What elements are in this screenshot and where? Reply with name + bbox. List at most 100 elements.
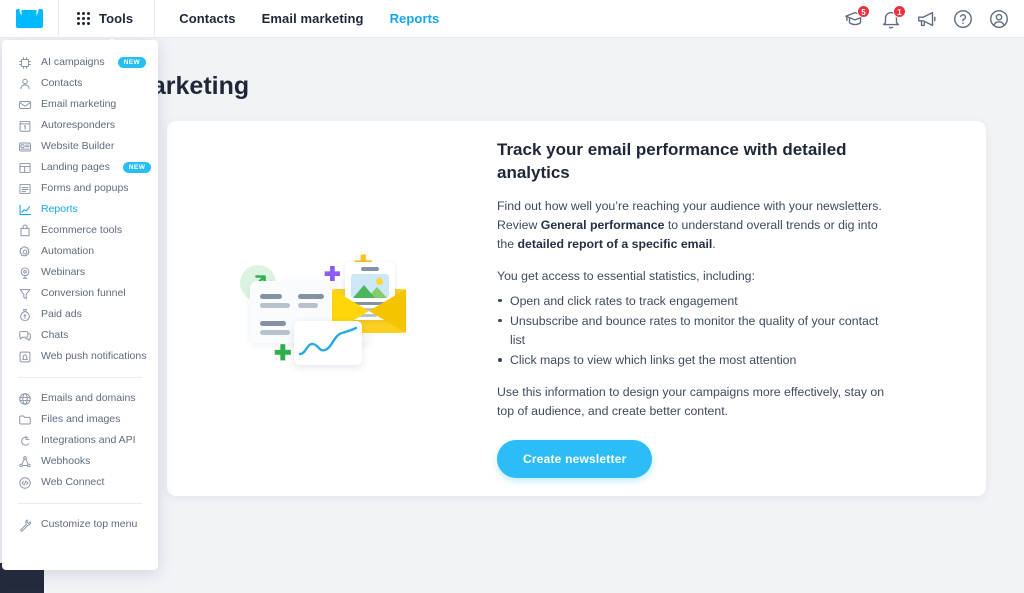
main-nav: Contacts Email marketing Reports [155, 11, 439, 26]
menu-item-label: Autoresponders [41, 119, 116, 131]
menu-item-label: Integrations and API [41, 434, 136, 446]
globe-icon [18, 392, 32, 406]
menu-item-ecommerce-tools[interactable]: Ecommerce tools [2, 220, 158, 241]
card-paragraph-1: Find out how well you’re reaching your a… [497, 197, 887, 254]
card-text-column: Track your email performance with detail… [497, 139, 897, 479]
help-circle-icon[interactable] [952, 8, 974, 30]
form-icon [18, 182, 32, 196]
menu-item-email-marketing[interactable]: Email marketing [2, 94, 158, 115]
tools-flyout-menu: AI campaigns NEW Contacts Email marketin… [2, 40, 158, 570]
bell-icon[interactable]: 1 [880, 4, 906, 30]
menu-item-label: Customize top menu [41, 518, 138, 530]
menu-item-label: Automation [41, 245, 95, 257]
folder-icon [18, 413, 32, 427]
menu-item-automation[interactable]: Automation [2, 241, 158, 262]
tools-menu-button[interactable]: Tools [59, 0, 154, 45]
menu-item-conversion-funnel[interactable]: Conversion funnel [2, 283, 158, 304]
p1-bold-detailed-report: detailed report of a specific email [517, 236, 713, 251]
menu-caret-icon [105, 37, 119, 45]
menu-item-label: Ecommerce tools [41, 224, 123, 236]
stats-bullet-list: Open and click rates to track engagement… [497, 292, 887, 370]
menu-item-label: Forms and popups [41, 182, 129, 194]
megaphone-icon[interactable] [916, 8, 938, 30]
menu-item-label: Emails and domains [41, 392, 136, 404]
list-item: Open and click rates to track engagement [497, 292, 887, 311]
menu-item-autoresponders[interactable]: Autoresponders [2, 115, 158, 136]
new-badge: NEW [122, 162, 152, 173]
menu-item-chats[interactable]: Chats [2, 325, 158, 346]
menu-item-label: Email marketing [41, 98, 117, 110]
code-circle-icon [18, 476, 32, 490]
browser-icon [18, 140, 32, 154]
menu-item-ai-campaigns[interactable]: AI campaigns NEW [2, 52, 158, 73]
ai-chip-icon [18, 56, 32, 70]
menu-item-label: Files and images [41, 413, 121, 425]
gear-icon [18, 245, 32, 259]
nav-item-reports[interactable]: Reports [390, 11, 440, 26]
list-item: Click maps to view which links get the m… [497, 351, 887, 370]
list-item: Unsubscribe and bounce rates to monitor … [497, 312, 887, 350]
person-icon [18, 77, 32, 91]
menu-item-label: Conversion funnel [41, 287, 126, 299]
menu-item-customize-top-menu[interactable]: Customize top menu [2, 514, 158, 535]
menu-item-web-connect[interactable]: Web Connect [2, 472, 158, 493]
menu-item-forms-and-popups[interactable]: Forms and popups [2, 178, 158, 199]
trend-chart-card [294, 320, 362, 365]
menu-item-label: Website Builder [41, 140, 115, 152]
nav-item-email-marketing[interactable]: Email marketing [262, 11, 364, 26]
card-paragraph-2: You get access to essential statistics, … [497, 268, 755, 283]
menu-item-emails-and-domains[interactable]: Emails and domains [2, 388, 158, 409]
menu-item-contacts[interactable]: Contacts [2, 73, 158, 94]
menu-item-files-and-images[interactable]: Files and images [2, 409, 158, 430]
p1-bold-general-performance: General performance [540, 217, 665, 232]
menu-item-webinars[interactable]: Webinars [2, 262, 158, 283]
menu-item-label: Paid ads [41, 308, 82, 320]
menu-item-website-builder[interactable]: Website Builder [2, 136, 158, 157]
wrench-icon [18, 518, 32, 532]
reports-intro-card: ✚ ✚ ✚ [167, 121, 986, 496]
menu-separator [18, 503, 142, 504]
menu-separator [18, 377, 142, 378]
top-bar: Tools Contacts Email marketing Reports 5… [0, 0, 1024, 45]
menu-item-label: Web push notifications [41, 350, 147, 362]
user-avatar-icon[interactable] [988, 8, 1010, 30]
bell-badge: 1 [893, 4, 906, 18]
chat-bubble-icon [18, 329, 32, 343]
email-analytics-illustration: ✚ ✚ ✚ [232, 239, 432, 379]
app-logo[interactable] [0, 9, 58, 28]
menu-item-label: Reports [41, 203, 78, 215]
menu-item-webhooks[interactable]: Webhooks [2, 451, 158, 472]
funnel-icon [18, 287, 32, 301]
graduation-cap-icon[interactable]: 5 [844, 4, 870, 30]
tools-label: Tools [99, 11, 134, 26]
nav-item-contacts[interactable]: Contacts [179, 11, 235, 26]
money-bag-icon [18, 308, 32, 322]
menu-item-integrations-and-api[interactable]: Integrations and API [2, 430, 158, 451]
line-chart-icon [298, 326, 358, 355]
bag-icon [18, 224, 32, 238]
card-paragraph-3: Use this information to design your camp… [497, 385, 885, 419]
calendar-icon [18, 119, 32, 133]
menu-item-reports[interactable]: Reports [2, 199, 158, 220]
grid-icon [77, 12, 90, 25]
plus-green-icon: ✚ [274, 341, 292, 365]
menu-item-label: AI campaigns [41, 56, 105, 68]
menu-item-web-push-notifications[interactable]: Web push notifications [2, 346, 158, 367]
top-bar-actions: 5 1 [844, 4, 1024, 30]
menu-item-paid-ads[interactable]: Paid ads [2, 304, 158, 325]
menu-item-landing-pages[interactable]: Landing pages NEW [2, 157, 158, 178]
webinar-icon [18, 266, 32, 280]
menu-item-label: Webhooks [41, 455, 91, 467]
illustration-column: ✚ ✚ ✚ [167, 239, 497, 379]
menu-item-label: Contacts [41, 77, 83, 89]
envelope-logo-icon [15, 9, 43, 28]
new-badge: NEW [117, 57, 146, 68]
chart-line-icon [18, 203, 32, 217]
envelope-icon [18, 98, 32, 112]
create-newsletter-button[interactable]: Create newsletter [497, 440, 653, 479]
menu-item-label: Landing pages [41, 161, 110, 173]
layout-icon [18, 161, 32, 175]
menu-item-label: Webinars [41, 266, 86, 278]
p1-part-e: . [712, 236, 716, 251]
webhook-icon [18, 455, 32, 469]
